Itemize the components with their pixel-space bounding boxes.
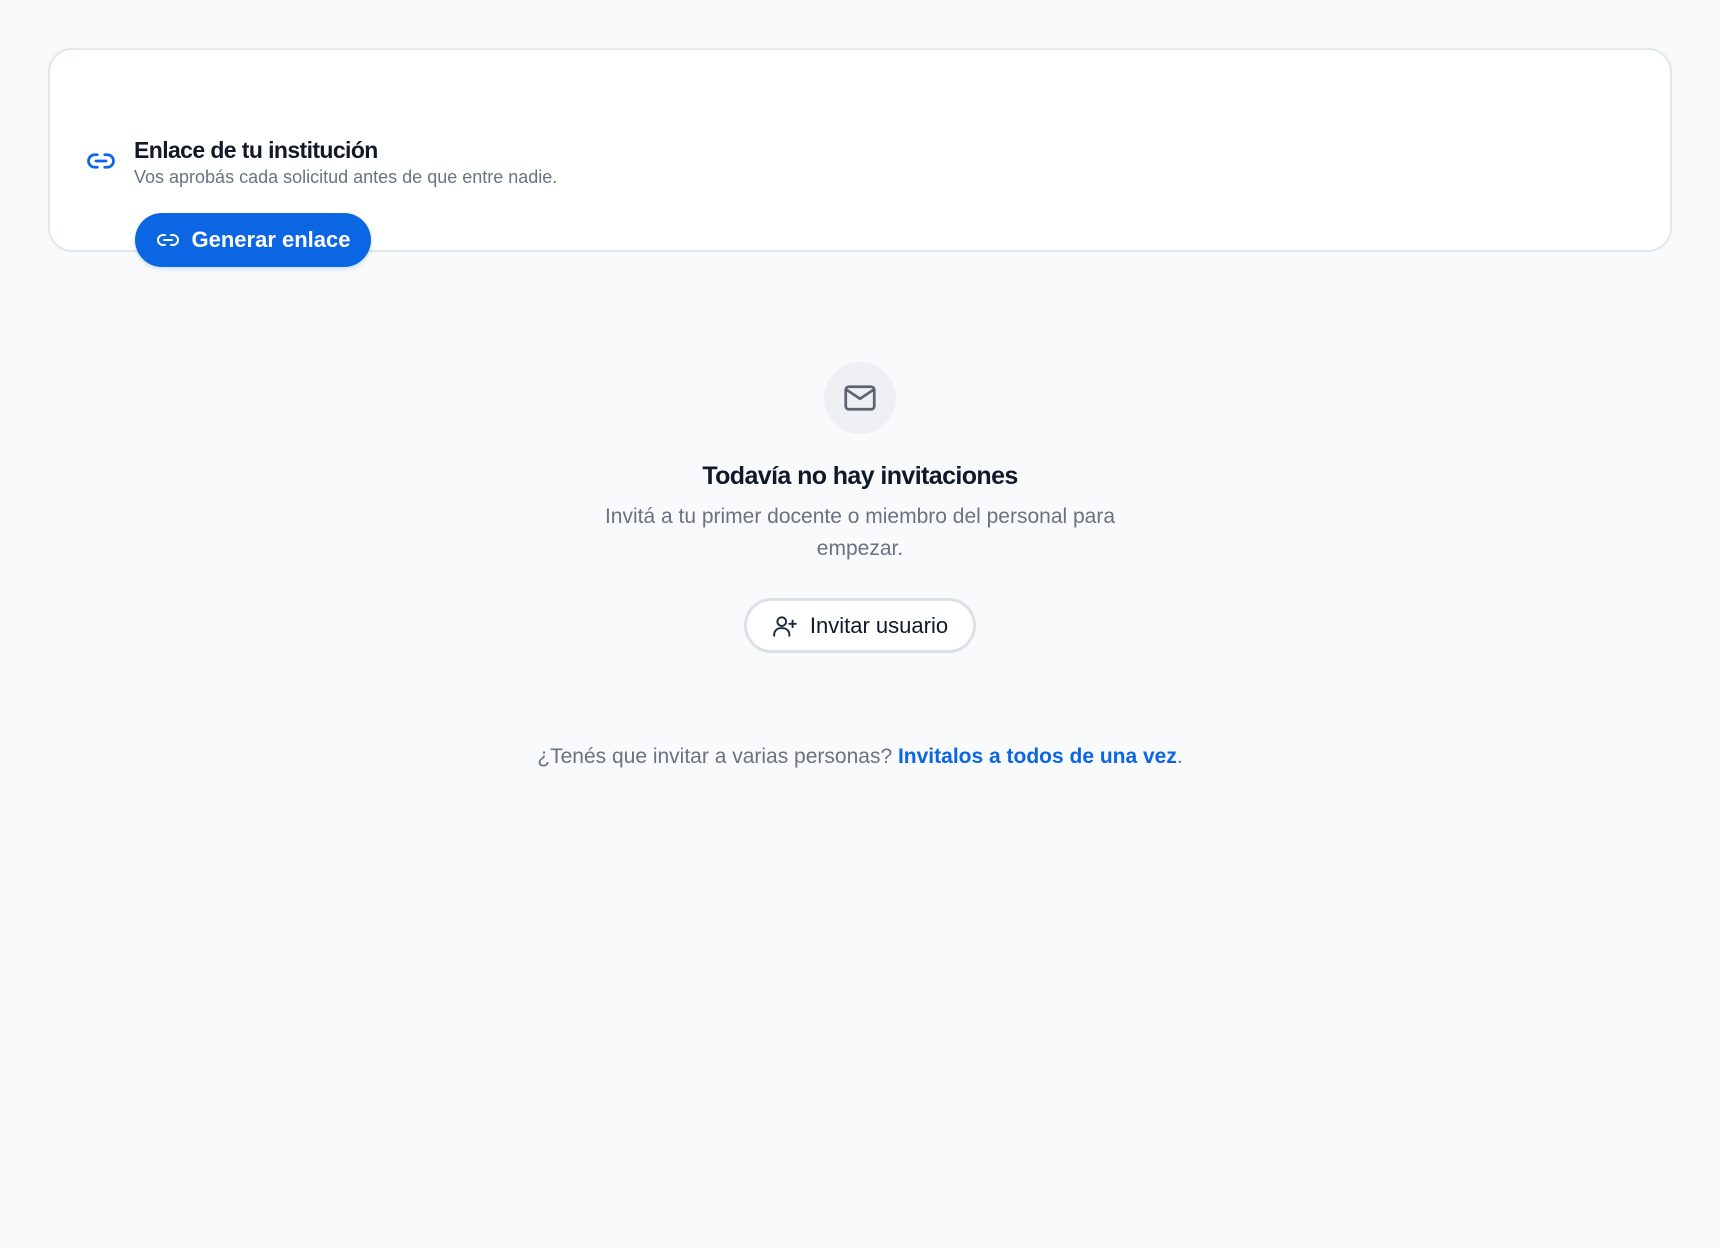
card-title: Enlace de tu institución	[134, 137, 378, 163]
link-icon	[86, 146, 116, 176]
card-subtitle: Vos aprobás cada solicitud antes de que …	[134, 167, 558, 187]
mail-icon	[842, 380, 878, 416]
generate-link-button[interactable]: Generar enlace	[135, 213, 371, 267]
institution-link-card: Enlace de tu institución Vos aprobás cad…	[48, 48, 1672, 267]
bulk-invite-suffix: .	[1176, 745, 1183, 768]
link-icon	[156, 228, 180, 252]
bulk-invite-line: ¿Tenés que invitar a varias personas? In…	[0, 742, 1720, 772]
empty-state-description: Invitá a tu primer docente o miembro del…	[604, 505, 1116, 560]
bulk-invite-link[interactable]: Invitalos a todos de una vez	[898, 745, 1177, 768]
user-plus-icon	[772, 613, 798, 639]
empty-state-title: Todavía no hay invitaciones	[702, 462, 1018, 490]
generate-link-label: Generar enlace	[191, 227, 351, 252]
invite-user-button[interactable]: Invitar usuario	[744, 598, 976, 653]
empty-state-icon-circle	[824, 362, 896, 434]
invite-user-label: Invitar usuario	[809, 612, 949, 638]
bulk-invite-prompt: ¿Tenés que invitar a varias personas?	[537, 745, 893, 768]
